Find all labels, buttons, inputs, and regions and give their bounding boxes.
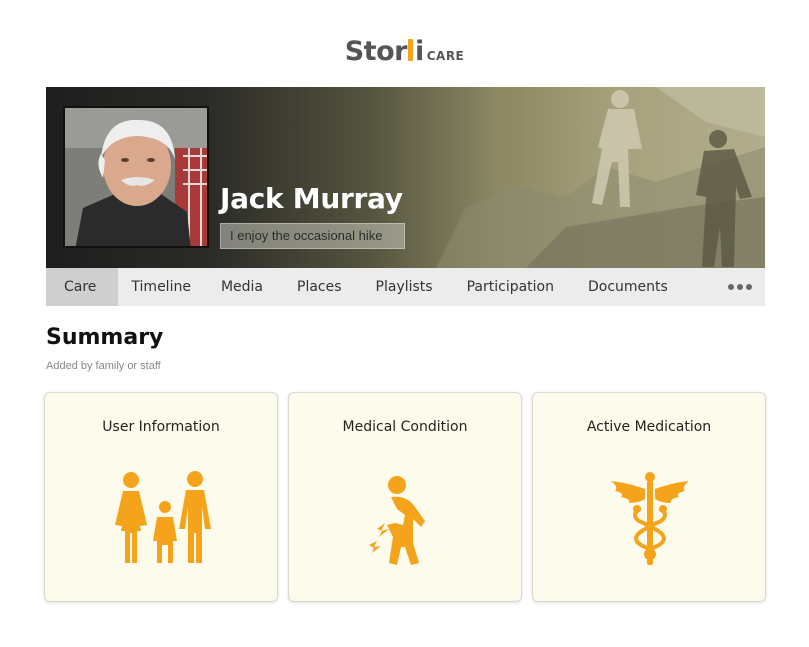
tab-care[interactable]: Care [46, 268, 119, 306]
logo-word-end: i [414, 36, 424, 67]
family-icon [115, 471, 211, 563]
tab-places[interactable]: Places [280, 268, 359, 306]
more-menu-icon[interactable] [715, 268, 765, 306]
tab-participation[interactable]: Participation [450, 268, 571, 306]
card-label: User Information [102, 419, 220, 435]
tab-media[interactable]: Media [204, 268, 280, 306]
caduceus-icon [611, 472, 689, 565]
stomach-pain-icon [369, 476, 425, 565]
tab-bar: Care Timeline Media Places Playlists Par… [46, 268, 765, 306]
logo-accent-bar [407, 39, 413, 61]
brand-logo: Stor i CARE [0, 36, 809, 67]
user-information-card[interactable]: User Information [44, 392, 278, 602]
medical-condition-card[interactable]: Medical Condition [288, 392, 522, 602]
tab-timeline[interactable]: Timeline [118, 268, 204, 306]
card-label: Medical Condition [342, 419, 468, 435]
summary-title: Summary [46, 325, 164, 350]
profile-banner: Jack Murray I enjoy the occasional hike [46, 87, 765, 268]
summary-subtitle: Added by family or staff [46, 360, 161, 372]
profile-name: Jack Murray [220, 182, 403, 215]
avatar-photo [65, 108, 207, 246]
tab-documents[interactable]: Documents [571, 268, 685, 306]
card-label: Active Medication [586, 419, 712, 435]
tab-playlists[interactable]: Playlists [359, 268, 450, 306]
active-medication-card[interactable]: Active Medication [532, 392, 766, 602]
profile-tagline: I enjoy the occasional hike [220, 223, 405, 249]
avatar [63, 106, 209, 248]
logo-suffix: CARE [426, 49, 465, 63]
logo-word: Stor [344, 36, 408, 67]
